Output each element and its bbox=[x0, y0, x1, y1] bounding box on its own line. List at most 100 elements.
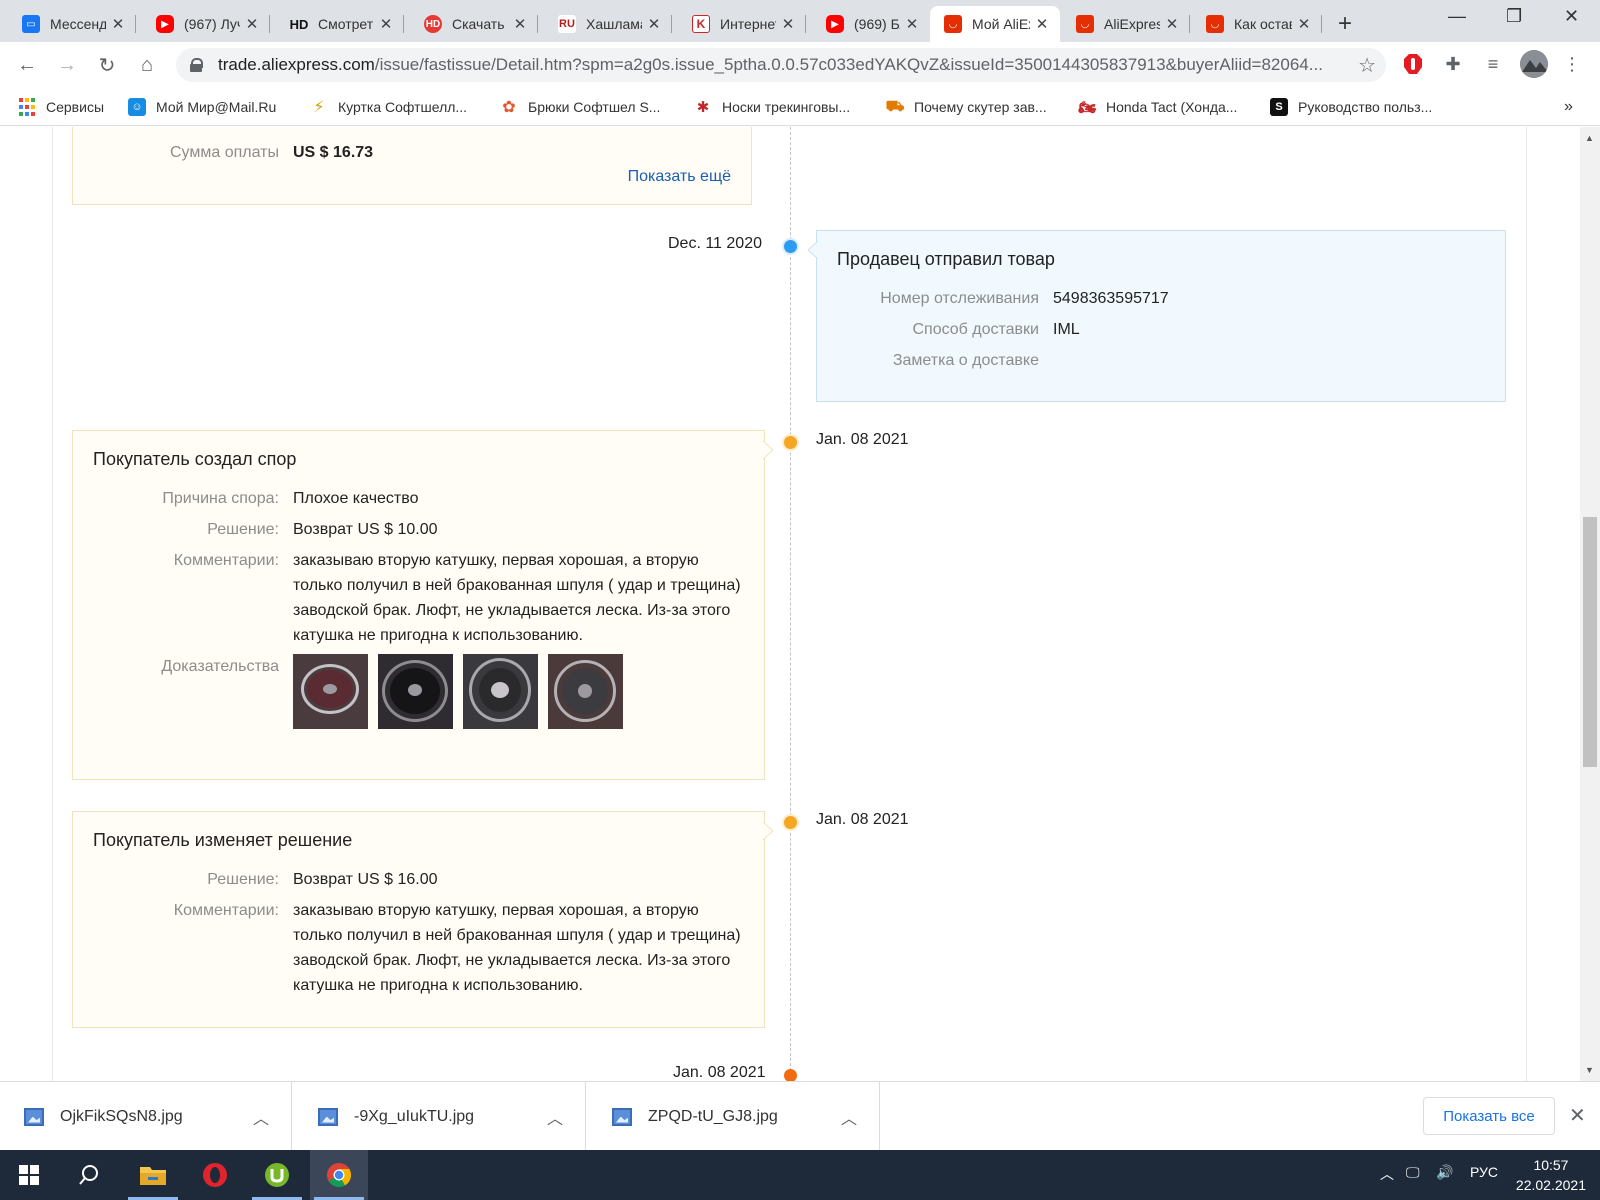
show-all-downloads-button[interactable]: Показать все bbox=[1423, 1097, 1555, 1135]
bookmarks-overflow-button[interactable]: » bbox=[1564, 96, 1573, 118]
bookmark-scooter[interactable]: ⛟ Почему скутер зав... bbox=[886, 96, 1047, 118]
address-bar[interactable]: trade.aliexpress.com /issue/fastissue/De… bbox=[176, 48, 1386, 82]
close-icon[interactable]: ✕ bbox=[512, 15, 528, 33]
close-icon[interactable]: ✕ bbox=[904, 15, 920, 33]
url-host: trade.aliexpress.com bbox=[218, 55, 375, 74]
close-icon[interactable]: ✕ bbox=[244, 15, 260, 33]
socks-site-icon: ✱ bbox=[696, 99, 710, 116]
hd-download-icon: HD bbox=[424, 15, 442, 33]
show-more-link[interactable]: Показать ещё bbox=[628, 168, 731, 186]
close-icon[interactable]: ✕ bbox=[110, 15, 126, 33]
close-icon[interactable]: ✕ bbox=[378, 15, 394, 33]
bookmark-label: Почему скутер зав... bbox=[914, 99, 1047, 115]
close-icon[interactable]: ✕ bbox=[646, 15, 662, 33]
bookmark-manual[interactable]: S Руководство польз... bbox=[1270, 96, 1432, 118]
k-site-icon: K bbox=[692, 15, 710, 33]
tab-k-site[interactable]: K Интернет ✕ bbox=[678, 6, 806, 42]
messenger-icon: ▭ bbox=[22, 15, 40, 33]
opera-adblock-icon[interactable] bbox=[1401, 52, 1425, 76]
dispute-reason-row: Причина спора: Плохое качество bbox=[93, 486, 744, 511]
tab-my-aliexpress[interactable]: ◡ Мой AliExpress ✕ bbox=[930, 6, 1060, 42]
bookmark-label: Руководство польз... bbox=[1298, 99, 1433, 115]
bookmark-star-icon[interactable]: ☆ bbox=[1358, 53, 1376, 78]
tab-youtube-967[interactable]: ▶ (967) Лучшие ✕ bbox=[142, 6, 270, 42]
tab-aliexpress[interactable]: ◡ AliExpress ✕ bbox=[1062, 6, 1190, 42]
profile-avatar[interactable] bbox=[1520, 50, 1548, 78]
comment-label: Комментарии: bbox=[173, 902, 279, 919]
utorrent-icon[interactable] bbox=[248, 1150, 306, 1200]
windows-start-icon[interactable] bbox=[0, 1150, 58, 1200]
input-language[interactable]: РУС bbox=[1470, 1164, 1498, 1180]
tab-title: Скачать bbox=[452, 16, 505, 32]
evidence-photo-1[interactable] bbox=[293, 654, 368, 729]
tab-how-to-leave[interactable]: ◡ Как оставить ✕ bbox=[1192, 6, 1322, 42]
payment-value: US $ 16.73 bbox=[293, 144, 374, 161]
home-icon[interactable]: ⌂ bbox=[132, 50, 162, 80]
close-icon[interactable]: ✕ bbox=[1164, 15, 1180, 33]
evidence-photo-3[interactable] bbox=[463, 654, 538, 729]
decision-value: Возврат US $ 16.00 bbox=[293, 871, 438, 888]
tab-messenger[interactable]: ▭ Мессенджер ✕ bbox=[8, 6, 136, 42]
scroll-down-arrow-icon[interactable]: ▼ bbox=[1585, 1065, 1594, 1075]
tray-expand-icon[interactable]: ︿ bbox=[1380, 1164, 1394, 1184]
order-summary-card: Сумма оплаты US $ 16.73 Показать ещё bbox=[72, 127, 752, 205]
food-site-icon: RU bbox=[558, 15, 576, 33]
media-queue-icon[interactable]: ≡ bbox=[1481, 52, 1505, 76]
extensions-puzzle-icon[interactable]: ✚ bbox=[1441, 52, 1465, 76]
windows-taskbar: ︿ 🖵 🔊 РУС 10:57 22.02.2021 bbox=[0, 1150, 1600, 1200]
bookmark-label: Брюки Софтшел S... bbox=[528, 99, 661, 115]
aliexpress-icon: ◡ bbox=[1076, 15, 1094, 33]
minimize-icon[interactable]: — bbox=[1448, 6, 1466, 27]
tab-strip: ▭ Мессенджер ✕ ▶ (967) Лучшие ✕ HD Смотр… bbox=[0, 0, 1600, 42]
bookmark-jacket[interactable]: ⚡ Куртка Софтшелл... bbox=[310, 96, 467, 118]
chevron-up-icon[interactable]: ︿ bbox=[841, 1105, 857, 1129]
file-explorer-icon[interactable] bbox=[124, 1150, 182, 1200]
window-close-icon[interactable]: ✕ bbox=[1564, 6, 1579, 27]
bookmark-mail-ru[interactable]: ☺ Мой Мир@Mail.Ru bbox=[128, 96, 276, 118]
evidence-photo-4[interactable] bbox=[548, 654, 623, 729]
close-icon[interactable]: ✕ bbox=[1034, 15, 1050, 33]
chrome-icon[interactable] bbox=[310, 1150, 368, 1200]
search-icon[interactable] bbox=[60, 1150, 118, 1200]
scrollbar-thumb[interactable] bbox=[1583, 517, 1597, 767]
chevron-up-icon[interactable]: ︿ bbox=[253, 1105, 269, 1129]
system-clock[interactable]: 10:57 22.02.2021 bbox=[1516, 1155, 1586, 1195]
evidence-photo-2[interactable] bbox=[378, 654, 453, 729]
s-site-icon: S bbox=[1270, 98, 1288, 116]
page-scrollbar[interactable]: ▲ ▼ bbox=[1580, 127, 1600, 1081]
close-icon[interactable]: ✕ bbox=[780, 15, 796, 33]
bookmark-trousers[interactable]: ✿ Брюки Софтшел S... bbox=[500, 96, 660, 118]
scroll-up-arrow-icon[interactable]: ▲ bbox=[1585, 133, 1594, 143]
tab-title: Мой AliExpress bbox=[972, 16, 1030, 32]
bookmark-services[interactable]: Сервисы bbox=[18, 96, 104, 118]
event-date: Dec. 11 2020 bbox=[668, 235, 762, 252]
close-downloads-icon[interactable]: ✕ bbox=[1569, 1103, 1586, 1128]
image-file-icon bbox=[318, 1107, 338, 1126]
back-arrow-icon[interactable]: ← bbox=[12, 50, 42, 80]
tab-hd-watch[interactable]: HD Смотреть ✕ bbox=[276, 6, 404, 42]
payment-label: Сумма оплаты bbox=[170, 144, 279, 161]
volume-icon[interactable]: 🔊 bbox=[1436, 1164, 1453, 1181]
reload-icon[interactable]: ↻ bbox=[92, 50, 122, 80]
image-file-icon bbox=[24, 1107, 44, 1126]
scooter-icon: ⛟ bbox=[885, 97, 905, 115]
tab-hd-download[interactable]: HD Скачать ✕ bbox=[410, 6, 538, 42]
lock-icon[interactable] bbox=[190, 58, 203, 72]
download-item[interactable]: -9Xg_uIukTU.jpg ︿ bbox=[294, 1082, 586, 1151]
download-item[interactable]: OjkFikSQsN8.jpg ︿ bbox=[0, 1082, 292, 1151]
opera-icon[interactable] bbox=[186, 1150, 244, 1200]
download-item[interactable]: ZPQD-tU_GJ8.jpg ︿ bbox=[588, 1082, 880, 1151]
close-icon[interactable]: ✕ bbox=[1296, 15, 1312, 33]
event-card-dispute-created: Покупатель создал спор Причина спора: Пл… bbox=[72, 430, 773, 780]
tab-recipe[interactable]: RU Хашламa ✕ bbox=[544, 6, 672, 42]
menu-kebab-icon[interactable]: ⋮ bbox=[1560, 52, 1584, 76]
tab-youtube-969[interactable]: ▶ (969) Блог ✕ bbox=[812, 6, 930, 42]
bookmark-socks[interactable]: ✱ Носки трекинговы... bbox=[694, 96, 850, 118]
network-icon[interactable]: 🖵 bbox=[1406, 1164, 1420, 1181]
tab-title: Мессенджер bbox=[50, 16, 106, 32]
new-tab-button[interactable]: + bbox=[1338, 10, 1352, 38]
forward-arrow-icon[interactable]: → bbox=[52, 50, 82, 80]
chevron-up-icon[interactable]: ︿ bbox=[547, 1105, 563, 1129]
bookmark-honda-tact[interactable]: 🏍 Honda Tact (Хонда... bbox=[1078, 96, 1237, 118]
restore-icon[interactable]: ❐ bbox=[1506, 6, 1522, 27]
